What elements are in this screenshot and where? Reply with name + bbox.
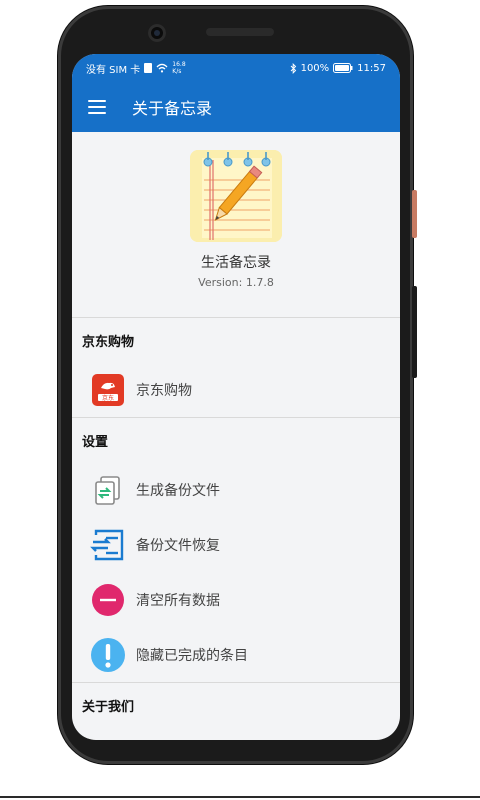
svg-text:京东: 京东 [102,394,114,402]
page-title: 关于备忘录 [132,99,213,118]
carrier-text: 没有 SIM 卡 [86,64,141,76]
menu-icon-line [88,106,106,108]
network-speed-value: 16.8 [172,61,186,68]
list-item-jd-shopping[interactable]: 京东 京东购物 [72,362,400,417]
bluetooth-icon [290,62,297,74]
volume-button [412,286,417,378]
menu-icon-line [88,112,106,114]
stage: 没有 SIM 卡 16.8 K/s 100% 11:57 关于备忘录 生活备忘录… [0,0,480,800]
section-settings: 设置 生成备份文件 备份文件恢复 清空所有数据 隐藏已完成的条目 [72,418,400,683]
section-jd: 京东购物 京东 京东购物 [72,318,400,418]
list-item-hide-completed[interactable]: 隐藏已完成的条目 [72,627,400,682]
sim-icon [144,63,153,73]
battery-icon [333,63,353,73]
list-item-label: 清空所有数据 [136,592,220,609]
about-block: 生活备忘录 Version: 1.7.8 [72,132,400,318]
alert-icon [90,637,126,673]
status-bar: 没有 SIM 卡 16.8 K/s 100% 11:57 [72,54,400,82]
power-button [412,190,417,238]
bottom-divider [0,796,480,798]
list-item-label: 生成备份文件 [136,482,220,499]
network-speed-unit: K/s [172,68,182,75]
jd-icon: 京东 [90,372,126,408]
app-name: 生活备忘录 [201,255,271,271]
list-item-label: 京东购物 [136,382,192,399]
front-camera [148,24,166,42]
section-about-us: 关于我们 [72,683,400,727]
list-item-clear-all-data[interactable]: 清空所有数据 [72,572,400,627]
earpiece-speaker [206,28,274,36]
notepad-logo-icon [190,150,282,242]
app-version: Version: 1.7.8 [198,276,274,289]
clock: 11:57 [357,62,386,74]
wifi-icon [156,63,168,73]
restore-file-icon [90,527,126,563]
section-title: 京东购物 [82,334,135,350]
menu-icon[interactable] [88,100,106,114]
backup-file-icon [90,472,126,508]
clear-data-icon [90,582,126,618]
list-item-label: 隐藏已完成的条目 [136,647,248,664]
battery-percent: 100% [300,62,330,74]
list-item-restore-backup[interactable]: 备份文件恢复 [72,517,400,572]
list-item-label: 备份文件恢复 [136,537,220,554]
app-bar: 关于备忘录 [72,82,400,132]
section-title: 关于我们 [82,699,135,715]
content: 生活备忘录 Version: 1.7.8 京东购物 京东 京东购物 设置 生成备… [72,132,400,727]
list-item-create-backup[interactable]: 生成备份文件 [72,462,400,517]
section-title: 设置 [82,434,109,450]
network-speed: 16.8 K/s [172,61,185,75]
menu-icon-line [88,100,106,102]
app-screen: 没有 SIM 卡 16.8 K/s 100% 11:57 关于备忘录 生活备忘录… [72,54,400,740]
